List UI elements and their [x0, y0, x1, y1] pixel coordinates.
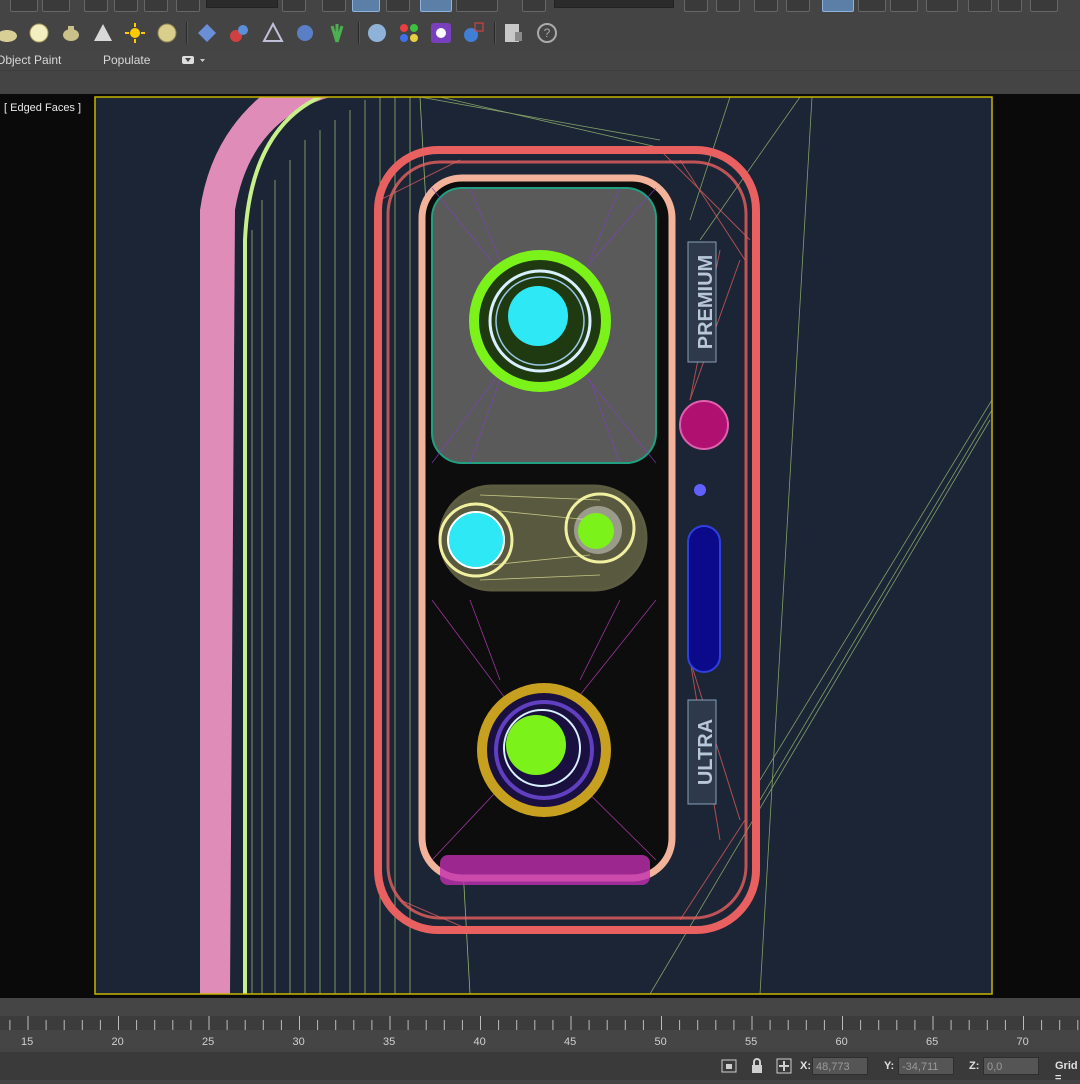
grid-object-icon[interactable] — [196, 22, 218, 44]
wireframe-scene: PREMIUM ULTRA — [0, 94, 1080, 998]
material-sphere-icon[interactable] — [366, 22, 388, 44]
ribbon-options-icon[interactable] — [182, 55, 206, 65]
x-coord-field[interactable]: 48,773 — [812, 1057, 868, 1075]
skylight-icon[interactable] — [156, 22, 178, 44]
timeline-tick-label: 40 — [473, 1036, 486, 1048]
layer-explorer-button[interactable] — [754, 0, 778, 12]
render-setup-button[interactable] — [968, 0, 992, 12]
timeline-tick-label: 50 — [654, 1036, 667, 1048]
hemisphere-icon[interactable] — [0, 22, 18, 44]
create-toolbar: ? — [0, 14, 1080, 51]
reference-coordinate-dropdown[interactable] — [206, 0, 278, 8]
ultra-label: ULTRA — [695, 719, 717, 785]
macro-lens-glass — [506, 715, 566, 775]
select-manipulate-button[interactable] — [322, 0, 346, 12]
timeline-tick-label: 45 — [564, 1036, 577, 1048]
ribbon-bar: Object Paint Populate — [0, 50, 1080, 70]
absolute-mode-icon[interactable] — [776, 1058, 792, 1074]
timeline-tick-label: 15 — [21, 1036, 34, 1048]
rotate-button[interactable] — [114, 0, 138, 12]
color-palette-icon[interactable] — [398, 22, 420, 44]
main-lens-glass — [508, 286, 568, 346]
flash-led — [687, 525, 721, 673]
teapot-icon[interactable] — [60, 22, 82, 44]
timeline-tick-label: 60 — [835, 1036, 848, 1048]
angle-snap-toggle[interactable] — [420, 0, 452, 12]
timeline-tick-label: 70 — [1016, 1036, 1029, 1048]
z-coord-label: Z: — [969, 1060, 980, 1072]
helper-compass-icon[interactable] — [262, 22, 284, 44]
material-editor-icon[interactable] — [430, 22, 452, 44]
y-coord-field[interactable]: -34,711 — [898, 1057, 954, 1075]
particles-icon[interactable] — [228, 22, 250, 44]
timeline-tick-label: 25 — [202, 1036, 215, 1048]
window-crossing-button[interactable] — [42, 0, 70, 12]
timeline-ticks — [0, 1016, 1080, 1030]
flash-sensor — [679, 400, 729, 450]
schematic-view-button[interactable] — [890, 0, 918, 12]
selection-lock-icon[interactable] — [720, 1058, 738, 1074]
tele-lens-glass — [578, 513, 614, 549]
lock-icon[interactable] — [750, 1058, 764, 1074]
toggle-ribbon-button[interactable] — [786, 0, 810, 12]
select-region-button[interactable] — [10, 0, 38, 12]
viewport[interactable]: PREMIUM ULTRA [ Edged Faces ] — [0, 94, 1080, 998]
space-warp-icon[interactable] — [294, 22, 316, 44]
timeline-ruler[interactable] — [0, 998, 1080, 1048]
scene-explorer-button[interactable] — [822, 0, 854, 12]
x-coord-label: X: — [800, 1060, 811, 1072]
render-production-button[interactable] — [1030, 0, 1058, 12]
clipboard-icon[interactable] — [502, 22, 524, 44]
timeline-tick-label: 30 — [292, 1036, 305, 1048]
cone-icon[interactable] — [92, 22, 114, 44]
tab-object-paint[interactable]: Object Paint — [0, 53, 61, 67]
spinner-snap-toggle[interactable] — [522, 0, 546, 12]
main-toolbar — [0, 0, 1080, 14]
render-teapot-icon[interactable] — [462, 22, 484, 44]
viewport-shading-label[interactable]: [ Edged Faces ] — [4, 102, 81, 114]
z-coord-field[interactable]: 0,0 — [983, 1057, 1039, 1075]
help-icon[interactable]: ? — [536, 22, 558, 44]
curve-editor-button[interactable] — [858, 0, 886, 12]
tab-populate[interactable]: Populate — [103, 53, 150, 67]
timeline-tick-label: 20 — [111, 1036, 124, 1048]
timeline-tick-label: 35 — [383, 1036, 396, 1048]
pivot-button[interactable] — [282, 0, 306, 12]
svg-text:?: ? — [544, 26, 551, 40]
y-coord-label: Y: — [884, 1060, 895, 1072]
timeline-tick-label: 65 — [926, 1036, 939, 1048]
timeline-tick-label: 55 — [745, 1036, 758, 1048]
placement-button[interactable] — [176, 0, 200, 12]
foliage-icon[interactable] — [326, 22, 348, 44]
snaps-toggle[interactable] — [386, 0, 410, 12]
keyboard-shortcut-toggle[interactable] — [352, 0, 380, 12]
percent-snap-toggle[interactable] — [456, 0, 498, 12]
sphere-light-icon[interactable] — [28, 22, 50, 44]
material-editor-button[interactable] — [926, 0, 958, 12]
wide-lens-glass — [447, 511, 505, 569]
sun-icon[interactable] — [124, 22, 146, 44]
mirror-button[interactable] — [684, 0, 708, 12]
ribbon-panel — [0, 70, 1080, 93]
scale-button[interactable] — [144, 0, 168, 12]
rendered-frame-button[interactable] — [998, 0, 1022, 12]
named-selection-sets[interactable] — [554, 0, 674, 8]
premium-label: PREMIUM — [695, 255, 717, 349]
align-button[interactable] — [716, 0, 740, 12]
grid-label: Grid = — [1055, 1060, 1078, 1084]
move-button[interactable] — [84, 0, 108, 12]
